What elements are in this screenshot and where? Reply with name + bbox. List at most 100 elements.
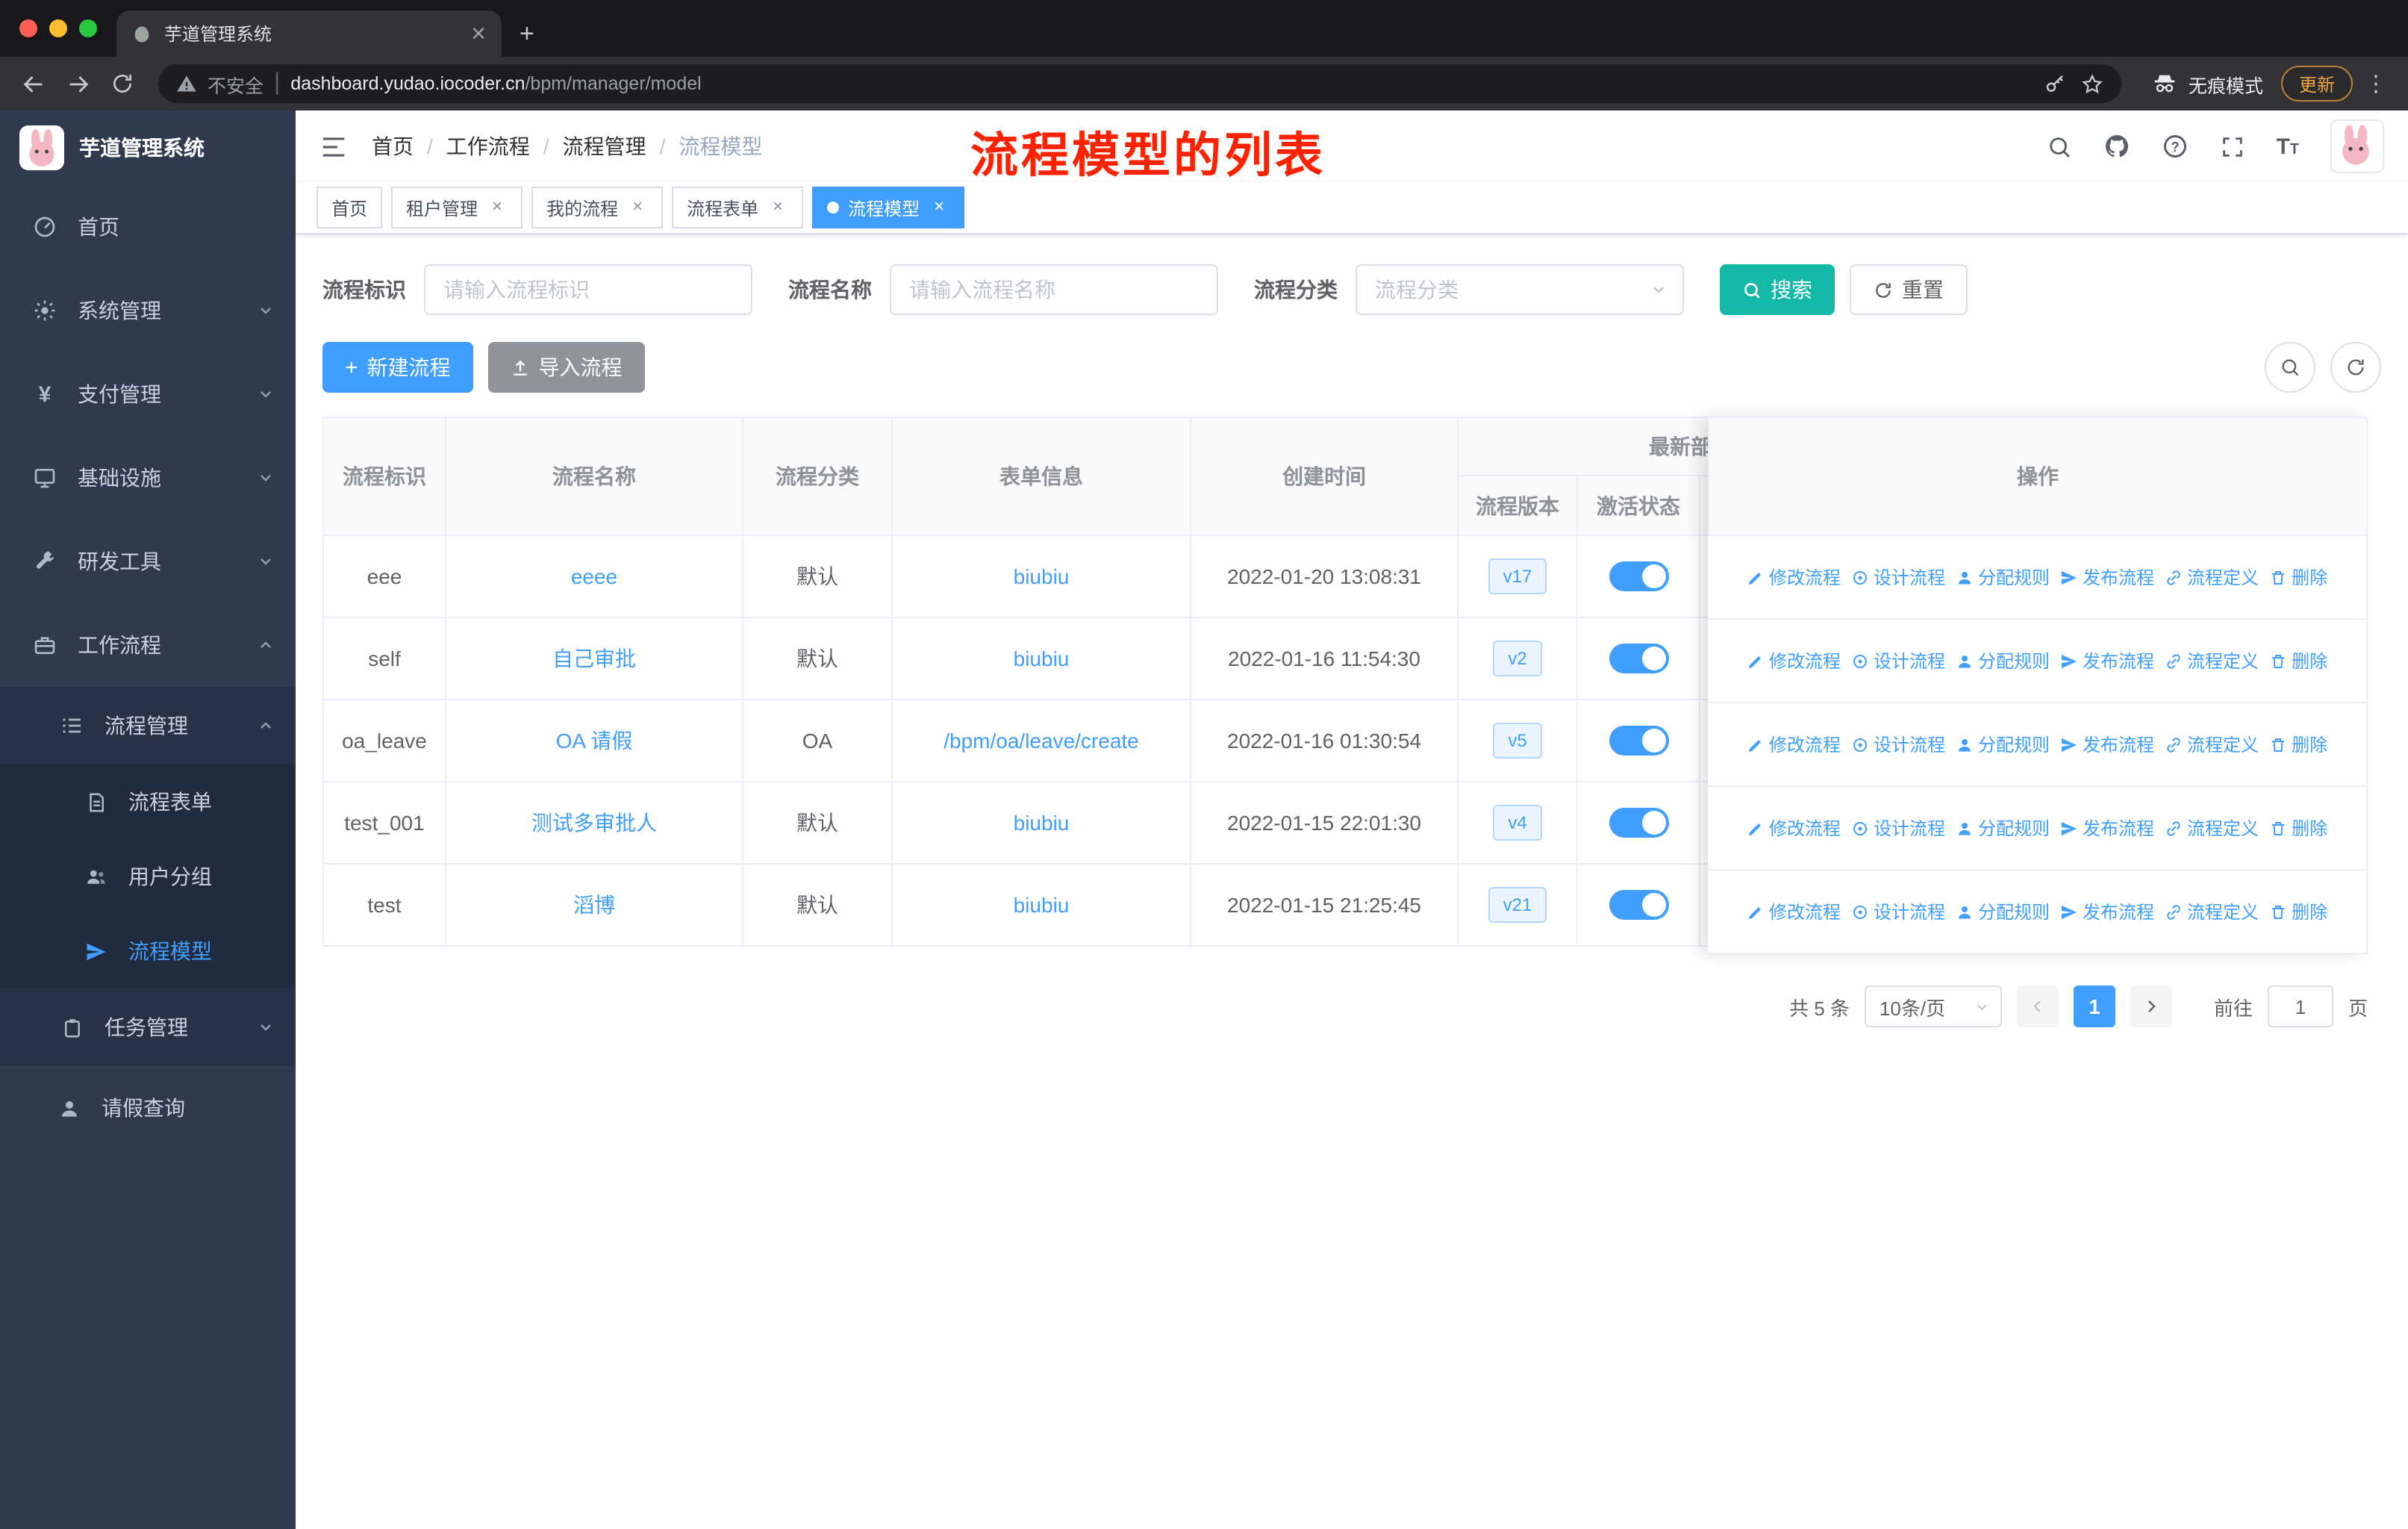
- design-process-link[interactable]: 设计流程: [1851, 648, 1945, 673]
- back-button[interactable]: [12, 63, 54, 105]
- active-toggle[interactable]: [1609, 644, 1668, 673]
- assign-rule-link[interactable]: 分配规则: [1956, 648, 2050, 673]
- version-badge[interactable]: v17: [1488, 558, 1547, 594]
- active-toggle[interactable]: [1609, 808, 1668, 838]
- form-info-link[interactable]: biubiu: [891, 781, 1191, 865]
- delete-link[interactable]: 删除: [2269, 899, 2327, 924]
- security-label[interactable]: 不安全: [208, 69, 263, 98]
- version-badge[interactable]: v5: [1493, 723, 1542, 759]
- sidebar-item-user-group[interactable]: 用户分组: [0, 839, 296, 914]
- sidebar-item-task-management[interactable]: 任务管理: [0, 988, 296, 1066]
- sidebar-item-workflow[interactable]: 工作流程: [0, 603, 296, 687]
- modify-process-link[interactable]: 修改流程: [1747, 564, 1841, 590]
- category-select[interactable]: 流程分类: [1356, 264, 1684, 315]
- design-process-link[interactable]: 设计流程: [1851, 899, 1945, 924]
- close-icon[interactable]: ×: [627, 196, 648, 218]
- active-toggle[interactable]: [1609, 726, 1668, 756]
- delete-link[interactable]: 删除: [2269, 815, 2327, 841]
- design-process-link[interactable]: 设计流程: [1851, 815, 1945, 841]
- address-bar[interactable]: 不安全 | dashboard.yudao.iocoder.cn/bpm/man…: [158, 64, 2121, 103]
- browser-tab[interactable]: 芋道管理系统 ✕: [116, 10, 502, 57]
- fullscreen-icon[interactable]: [2219, 134, 2245, 159]
- tag-my-process[interactable]: 我的流程 ×: [531, 187, 664, 228]
- delete-link[interactable]: 删除: [2269, 648, 2327, 673]
- close-icon[interactable]: ×: [767, 196, 788, 218]
- form-info-link[interactable]: biubiu: [891, 863, 1191, 947]
- process-name-link[interactable]: OA 请假: [445, 699, 743, 782]
- process-definition-link[interactable]: 流程定义: [2165, 815, 2259, 841]
- sidebar-item-leave-query[interactable]: 请假查询: [0, 1066, 296, 1150]
- window-zoom-button[interactable]: [79, 19, 97, 37]
- window-minimize-button[interactable]: [49, 19, 67, 37]
- app-logo[interactable]: 芋道管理系统: [0, 110, 296, 185]
- modify-process-link[interactable]: 修改流程: [1747, 648, 1841, 673]
- browser-menu-icon[interactable]: ⋮: [2356, 70, 2396, 97]
- active-toggle[interactable]: [1609, 561, 1668, 591]
- modify-process-link[interactable]: 修改流程: [1747, 899, 1841, 924]
- version-badge[interactable]: v21: [1488, 887, 1547, 923]
- sidebar-item-process-model[interactable]: 流程模型: [0, 914, 296, 988]
- tag-tenant-management[interactable]: 租户管理 ×: [391, 187, 523, 228]
- toggle-search-button[interactable]: [2265, 342, 2315, 393]
- tag-process-model[interactable]: 流程模型 ×: [812, 187, 965, 228]
- close-icon[interactable]: ×: [929, 196, 949, 218]
- browser-update-button[interactable]: 更新: [2280, 66, 2353, 102]
- github-icon[interactable]: [2103, 133, 2130, 160]
- process-definition-link[interactable]: 流程定义: [2165, 648, 2259, 673]
- process-definition-link[interactable]: 流程定义: [2165, 732, 2259, 757]
- form-info-link[interactable]: /bpm/oa/leave/create: [891, 699, 1191, 782]
- tag-process-form[interactable]: 流程表单 ×: [672, 187, 804, 228]
- close-icon[interactable]: ×: [487, 196, 508, 218]
- process-definition-link[interactable]: 流程定义: [2165, 564, 2259, 590]
- next-page-button[interactable]: [2130, 985, 2172, 1027]
- tab-close-icon[interactable]: ✕: [470, 22, 487, 46]
- version-badge[interactable]: v4: [1493, 805, 1542, 841]
- sidebar-item-payment[interactable]: ¥ 支付管理: [0, 352, 296, 436]
- bookmark-star-icon[interactable]: [2081, 72, 2103, 95]
- publish-process-link[interactable]: 发布流程: [2060, 815, 2154, 841]
- page-1-button[interactable]: 1: [2073, 985, 2115, 1027]
- breadcrumb-process-management[interactable]: 流程管理: [563, 131, 646, 161]
- assign-rule-link[interactable]: 分配规则: [1956, 815, 2050, 841]
- page-size-select[interactable]: 10条/页: [1864, 985, 2002, 1027]
- tag-home[interactable]: 首页: [316, 187, 383, 228]
- reload-button[interactable]: [102, 63, 143, 105]
- design-process-link[interactable]: 设计流程: [1851, 564, 1945, 590]
- reset-button[interactable]: 重置: [1850, 264, 1968, 315]
- prev-page-button[interactable]: [2016, 985, 2059, 1027]
- design-process-link[interactable]: 设计流程: [1851, 732, 1945, 757]
- breadcrumb-workflow[interactable]: 工作流程: [446, 131, 530, 161]
- avatar[interactable]: [2330, 119, 2384, 173]
- hamburger-icon[interactable]: [319, 132, 348, 161]
- forward-button[interactable]: [57, 63, 99, 105]
- delete-link[interactable]: 删除: [2269, 564, 2327, 590]
- modify-process-link[interactable]: 修改流程: [1747, 815, 1841, 841]
- sidebar-item-home[interactable]: 首页: [0, 185, 296, 269]
- sidebar-item-process-management[interactable]: 流程管理: [0, 687, 296, 764]
- process-name-link[interactable]: 自己审批: [445, 617, 743, 700]
- new-tab-button[interactable]: +: [520, 21, 534, 46]
- form-info-link[interactable]: biubiu: [891, 617, 1191, 700]
- import-process-button[interactable]: 导入流程: [487, 342, 645, 393]
- process-name-input[interactable]: [890, 264, 1218, 315]
- assign-rule-link[interactable]: 分配规则: [1956, 899, 2050, 924]
- assign-rule-link[interactable]: 分配规则: [1956, 732, 2050, 757]
- assign-rule-link[interactable]: 分配规则: [1956, 564, 2050, 590]
- search-icon[interactable]: [2046, 134, 2071, 159]
- process-name-link[interactable]: eeee: [445, 535, 743, 618]
- publish-process-link[interactable]: 发布流程: [2060, 732, 2154, 757]
- delete-link[interactable]: 删除: [2269, 732, 2327, 757]
- publish-process-link[interactable]: 发布流程: [2060, 648, 2154, 673]
- window-close-button[interactable]: [19, 19, 37, 37]
- font-size-icon[interactable]: TT: [2276, 135, 2299, 158]
- help-icon[interactable]: ?: [2161, 133, 2188, 160]
- search-button[interactable]: 搜索: [1720, 264, 1835, 315]
- goto-page-input[interactable]: [2267, 985, 2333, 1027]
- sidebar-item-system[interactable]: 系统管理: [0, 269, 296, 352]
- process-name-link[interactable]: 滔博: [445, 863, 743, 947]
- sidebar-item-devtools[interactable]: 研发工具: [0, 520, 296, 603]
- create-process-button[interactable]: + 新建流程: [322, 342, 473, 393]
- modify-process-link[interactable]: 修改流程: [1747, 732, 1841, 757]
- process-name-link[interactable]: 测试多审批人: [445, 781, 743, 865]
- key-icon[interactable]: [2044, 72, 2066, 95]
